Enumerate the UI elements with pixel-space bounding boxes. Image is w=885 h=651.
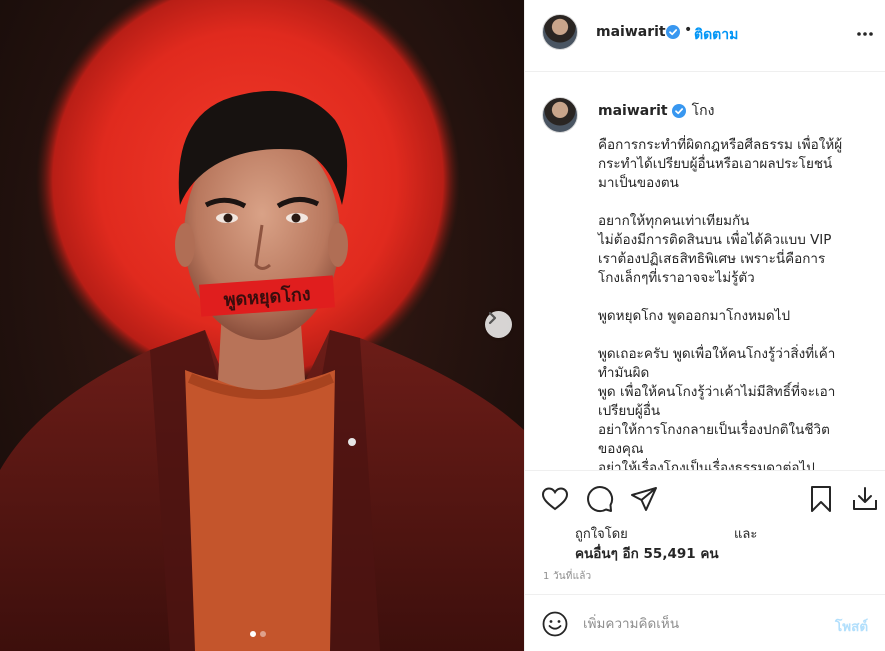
and-label: และ	[734, 527, 758, 542]
next-photo-button[interactable]	[485, 311, 512, 338]
likes-count[interactable]: คนอื่นๆ อีก 55,491 คน	[575, 542, 719, 564]
post-comment-button[interactable]: โพสต์	[835, 615, 868, 637]
add-comment-bar: โพสต์	[525, 594, 885, 651]
caption-line: ทำมันผิด	[598, 365, 650, 381]
post-header: maiwarit • ติดตาม	[525, 0, 885, 72]
carousel-indicator	[250, 631, 266, 637]
caption-username[interactable]: maiwarit	[598, 103, 668, 119]
caption-line: กระทำได้เปรียบผู้อื่นหรือเอาผลประโยชน์	[598, 156, 833, 172]
separator-dot: •	[684, 22, 693, 38]
caption-line: พูด เพื่อให้คนโกงรู้ว่าเค้าไม่มีสิทธิ์ที…	[598, 384, 836, 400]
heart-icon[interactable]	[541, 485, 569, 513]
carousel-dot-active	[250, 631, 256, 637]
liked-by-label: ถูกใจโดย	[575, 527, 628, 542]
comment-input[interactable]	[583, 613, 823, 635]
comment-bubble-icon[interactable]	[586, 485, 614, 513]
carousel-dot	[260, 631, 266, 637]
sweater	[185, 370, 335, 651]
caption-line: เปรียบผู้อื่น	[598, 403, 661, 419]
caption-line: อย่าให้การโกงกลายเป็นเรื่องปกติในชีวิต	[598, 422, 830, 438]
caption-header: maiwarit โกง	[598, 100, 714, 122]
caption-line: เราต้องปฏิเสธสิทธิพิเศษ เพราะนี่คือการ	[598, 251, 826, 267]
caption-line: อย่าให้เรื่องโกงเป็นเรื่องธรรมดาต่อไป	[598, 460, 815, 470]
caption-line: ไม่ต้องมีการติดสินบน เพื่อได้คิวแบบ VIP	[598, 232, 832, 248]
caption-avatar[interactable]	[542, 97, 578, 133]
caption-spacer	[598, 288, 870, 307]
smiley-icon[interactable]	[542, 611, 568, 637]
caption-line: พูดหยุดโกง พูดออกมาโกงหมดไป	[598, 308, 791, 324]
caption-text: คือการกระทำที่ผิดกฎหรือศีลธรรม เพื่อให้ผ…	[598, 136, 870, 470]
caption-line: โกงเล็กๆที่เราอาจจะไม่รู้ตัว	[598, 270, 755, 286]
avatar[interactable]	[542, 14, 578, 50]
caption-line: ของคุณ	[598, 441, 644, 457]
verified-badge-icon	[666, 25, 680, 39]
post-details-panel: maiwarit • ติดตาม maiwarit โกง คือการกระ…	[524, 0, 885, 651]
caption-line: พูดเถอะครับ พูดเพื่อให้คนโกงรู้ว่าสิ่งที…	[598, 346, 836, 362]
verified-badge-icon	[671, 104, 686, 118]
caption-first-line: โกง	[691, 103, 715, 119]
post-actions: ถูกใจโดย และ คนอื่นๆ อีก 55,491 คน 1 วัน…	[525, 470, 885, 594]
post-photo[interactable]: พูดหยุดโกง	[0, 0, 524, 651]
comments-area[interactable]: maiwarit โกง คือการกระทำที่ผิดกฎหรือศีลธ…	[525, 73, 885, 470]
portrait-illustration: พูดหยุดโกง	[0, 0, 524, 651]
caption-spacer	[598, 193, 870, 212]
bookmark-icon[interactable]	[807, 485, 835, 513]
caption-line: มาเป็นของตน	[598, 175, 679, 191]
download-icon[interactable]	[851, 485, 879, 513]
caption-line: อยากให้ทุกคนเท่าเทียมกัน	[598, 213, 750, 229]
caption-spacer	[598, 326, 870, 345]
follow-button[interactable]: ติดตาม	[694, 24, 738, 46]
chevron-right-icon	[488, 311, 497, 325]
more-horizontal-icon[interactable]	[855, 24, 875, 44]
post-timestamp[interactable]: 1 วันที่แล้ว	[543, 569, 591, 584]
caption-line: คือการกระทำที่ผิดกฎหรือศีลธรรม เพื่อให้ผ…	[598, 137, 843, 153]
paper-plane-icon[interactable]	[630, 485, 658, 513]
header-username[interactable]: maiwarit	[596, 24, 666, 40]
